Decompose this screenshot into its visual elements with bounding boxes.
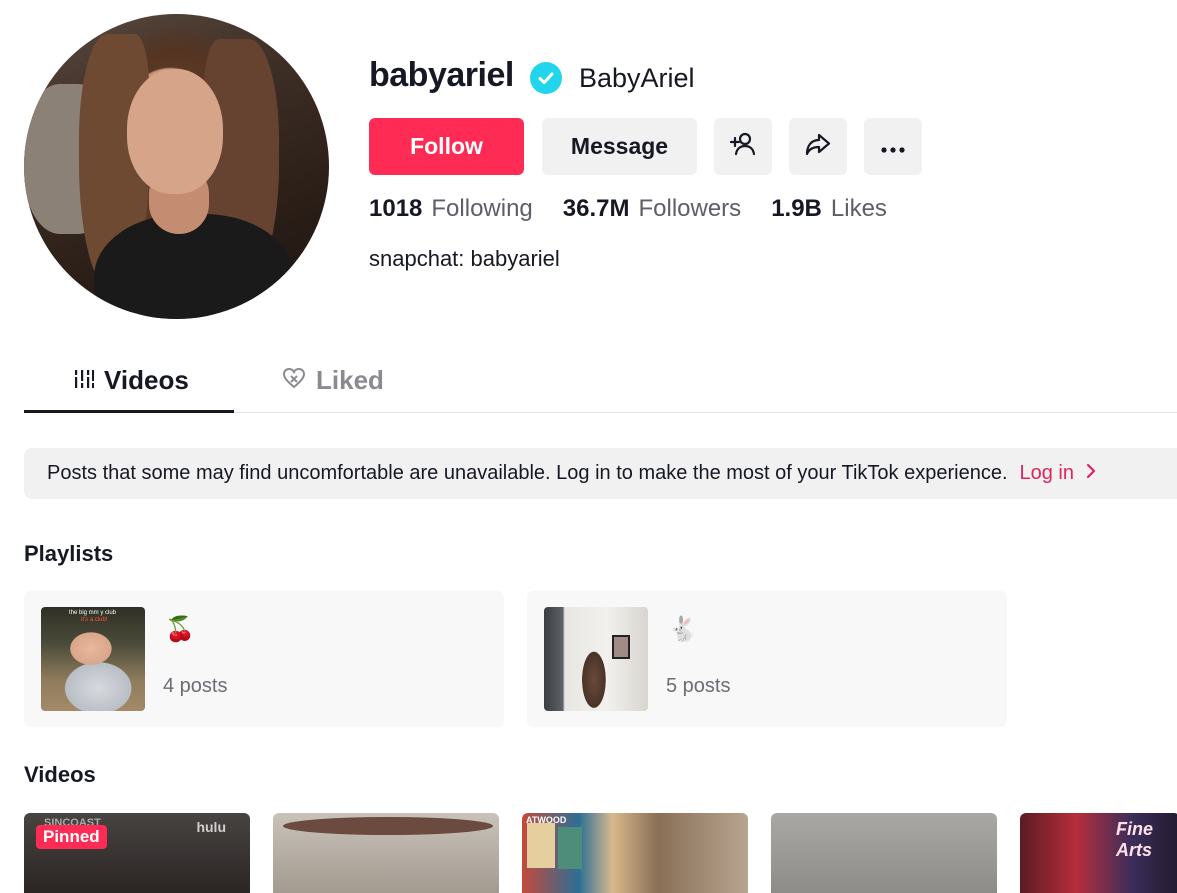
share-button[interactable] (789, 118, 847, 175)
video-overlay-text: Fine Arts (1116, 819, 1154, 860)
stat-followers[interactable]: 36.7M Followers (563, 195, 741, 223)
stat-following[interactable]: 1018 Following (369, 195, 533, 223)
tab-liked[interactable]: Liked (282, 365, 384, 396)
stat-likes: 1.9B Likes (771, 195, 887, 223)
add-friend-button[interactable] (714, 118, 772, 175)
playlists-heading: Playlists (24, 541, 114, 566)
stat-label: Likes (830, 195, 887, 222)
video-thumbnail[interactable]: SINCOAST Pinned hulu (24, 813, 250, 893)
profile-avatar (24, 14, 329, 319)
more-options-button[interactable] (864, 118, 922, 175)
share-icon (804, 130, 832, 164)
playlist-card[interactable]: the big mm y club it's a club! 🍒 4 posts (24, 591, 504, 727)
notice-text: Posts that some may find uncomfortable a… (47, 462, 1008, 484)
video-overlay-brand: hulu (196, 819, 226, 835)
pinned-badge: Pinned (36, 825, 107, 849)
active-tab-indicator (24, 410, 234, 413)
login-link[interactable]: Log in (1020, 462, 1097, 485)
playlist-thumbnail: the big mm y club it's a club! (41, 607, 145, 711)
stat-label: Followers (638, 195, 742, 222)
thumbnail-caption: the big mm y club (69, 610, 117, 616)
more-icon (880, 133, 906, 160)
playlist-card[interactable]: 🐇 5 posts (527, 591, 1007, 727)
playlist-title: 🍒 (165, 616, 195, 643)
login-notice-banner: Posts that some may find uncomfortable a… (24, 448, 1177, 499)
stat-label: Following (431, 195, 533, 222)
video-thumbnail[interactable] (771, 813, 997, 893)
video-thumbnail[interactable]: Fine Arts (1020, 813, 1177, 893)
playlist-title: 🐇 (668, 616, 698, 643)
verified-badge-icon (530, 62, 562, 94)
profile-bio: snapchat: babyariel (369, 246, 560, 271)
video-thumbnail[interactable]: ATWOOD (522, 813, 748, 893)
chevron-right-icon (1086, 462, 1096, 485)
tab-label: Videos (104, 365, 189, 395)
thumbnail-caption: it's a club! (81, 617, 108, 623)
playlist-post-count: 5 posts (666, 675, 731, 697)
video-thumbnail[interactable] (273, 813, 499, 893)
login-link-label: Log in (1019, 462, 1075, 484)
liked-heart-icon (282, 365, 306, 396)
tab-label: Liked (316, 365, 384, 395)
stat-value: 1.9B (771, 195, 822, 222)
message-button[interactable]: Message (542, 118, 697, 175)
profile-tabs: Videos Liked (24, 345, 1177, 413)
video-overlay-text: ATWOOD (526, 815, 567, 825)
tab-videos[interactable]: Videos (74, 365, 189, 396)
stat-value: 1018 (369, 195, 423, 222)
stat-value: 36.7M (562, 195, 630, 222)
profile-stats: 1018 Following 36.7M Followers 1.9B Like… (369, 195, 917, 223)
profile-username: babyariel (369, 56, 514, 94)
videos-heading: Videos (24, 762, 96, 787)
playlist-thumbnail (544, 607, 648, 711)
add-user-icon (728, 129, 758, 165)
profile-nickname: BabyAriel (579, 63, 695, 93)
grid-icon (74, 365, 95, 396)
follow-button[interactable]: Follow (369, 118, 524, 175)
playlist-post-count: 4 posts (163, 675, 228, 697)
